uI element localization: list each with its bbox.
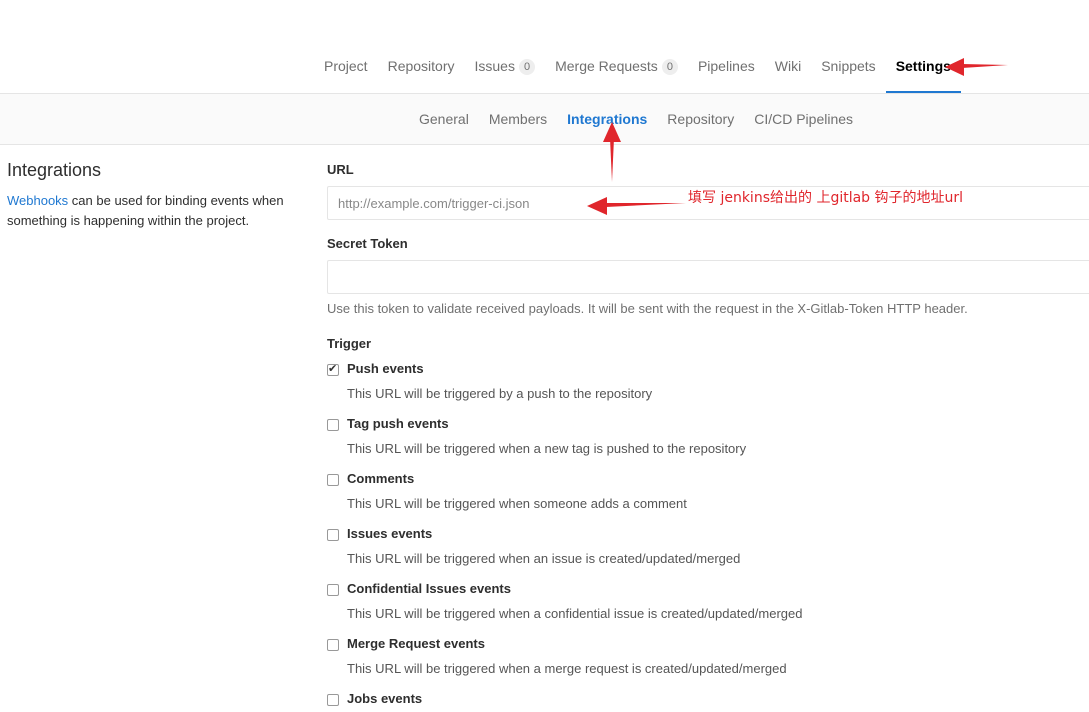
subnav-general[interactable]: General bbox=[409, 94, 479, 145]
nav-snippets[interactable]: Snippets bbox=[811, 48, 885, 94]
issues-events-title: Issues events bbox=[347, 526, 433, 541]
nav-snippets-label: Snippets bbox=[821, 58, 876, 74]
webhooks-link[interactable]: Webhooks bbox=[7, 193, 68, 208]
tag-push-events-title: Tag push events bbox=[347, 416, 449, 431]
issues-events-desc: This URL will be triggered when an issue… bbox=[347, 551, 741, 566]
secret-token-label: Secret Token bbox=[327, 236, 408, 251]
nav-merge-requests[interactable]: Merge Requests 0 bbox=[545, 48, 688, 94]
nav-issues[interactable]: Issues 0 bbox=[465, 48, 546, 94]
top-nav-items: Project Repository Issues 0 Merge Request… bbox=[314, 48, 962, 94]
page-title: Integrations bbox=[7, 160, 102, 180]
integrations-help-text: Webhooks can be used for binding events … bbox=[7, 191, 287, 231]
subnav-integrations[interactable]: Integrations bbox=[557, 94, 657, 145]
confidential-issues-events-title: Confidential Issues events bbox=[347, 581, 511, 596]
merge-request-events-checkbox[interactable] bbox=[327, 639, 339, 651]
trigger-label: Trigger bbox=[327, 336, 372, 351]
confidential-issues-events-desc: This URL will be triggered when a confid… bbox=[347, 606, 803, 621]
tag-push-events-desc: This URL will be triggered when a new ta… bbox=[347, 441, 747, 456]
merge-request-events-desc: This URL will be triggered when a merge … bbox=[347, 661, 787, 676]
merge-request-events-title: Merge Request events bbox=[347, 636, 485, 651]
push-events-checkbox[interactable] bbox=[327, 362, 339, 376]
merge-requests-count-badge: 0 bbox=[661, 59, 678, 75]
subnav-ci-cd-pipelines[interactable]: CI/CD Pipelines bbox=[744, 94, 863, 145]
push-events-desc: This URL will be triggered by a push to … bbox=[347, 386, 653, 401]
nav-merge-requests-label: Merge Requests bbox=[555, 58, 658, 74]
nav-wiki[interactable]: Wiki bbox=[765, 48, 811, 94]
issues-events-checkbox[interactable] bbox=[327, 529, 339, 541]
integrations-description: Integrations Webhooks can be used for bi… bbox=[7, 160, 287, 231]
nav-settings-label: Settings bbox=[895, 58, 951, 74]
secret-token-help: Use this token to validate received payl… bbox=[327, 301, 968, 316]
tag-push-events-checkbox[interactable] bbox=[327, 419, 339, 431]
settings-sub-nav: General Members Integrations Repository … bbox=[0, 94, 1089, 145]
secret-token-input[interactable] bbox=[327, 260, 1089, 294]
nav-repository[interactable]: Repository bbox=[378, 48, 465, 94]
sub-nav-items: General Members Integrations Repository … bbox=[409, 94, 863, 145]
comments-checkbox[interactable] bbox=[327, 474, 339, 486]
jobs-events-title: Jobs events bbox=[347, 691, 423, 706]
confidential-issues-events-checkbox[interactable] bbox=[327, 584, 339, 596]
nav-repository-label: Repository bbox=[387, 58, 455, 74]
nav-project[interactable]: Project bbox=[314, 48, 378, 94]
nav-wiki-label: Wiki bbox=[774, 58, 802, 74]
nav-settings[interactable]: Settings bbox=[885, 48, 962, 94]
issues-count-badge: 0 bbox=[518, 59, 536, 75]
url-label: URL bbox=[327, 162, 354, 177]
nav-project-label: Project bbox=[324, 58, 368, 74]
jobs-events-checkbox[interactable] bbox=[327, 694, 339, 706]
nav-pipelines[interactable]: Pipelines bbox=[688, 48, 765, 94]
comments-title: Comments bbox=[347, 471, 415, 486]
push-events-title: Push events bbox=[347, 361, 424, 376]
subnav-repository[interactable]: Repository bbox=[657, 94, 744, 145]
nav-pipelines-label: Pipelines bbox=[697, 58, 755, 74]
subnav-members[interactable]: Members bbox=[479, 94, 557, 145]
annotation-text: 填写 jenkins给出的 上gitlab 钩子的地址url bbox=[688, 190, 964, 206]
top-nav: Project Repository Issues 0 Merge Request… bbox=[0, 0, 1089, 94]
nav-issues-label: Issues bbox=[474, 58, 515, 74]
comments-desc: This URL will be triggered when someone … bbox=[347, 496, 687, 511]
